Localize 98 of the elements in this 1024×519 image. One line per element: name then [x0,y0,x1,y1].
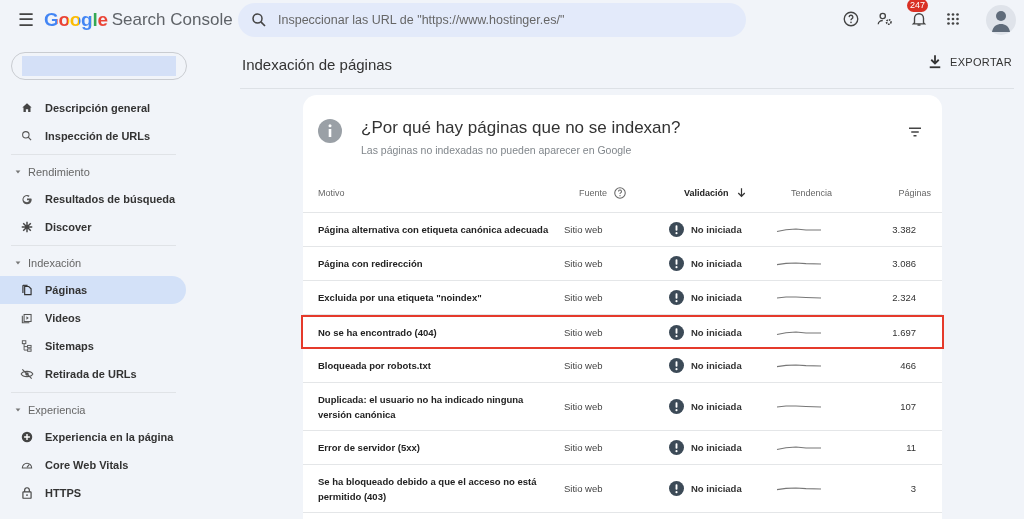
section-header[interactable]: Rendimiento [0,159,240,185]
table-cell-text: Duplicada: el usuario no ha indicado ninguna versión canónica [317,392,525,422]
info-icon [318,119,342,143]
table-cell-text: 107 [899,401,916,412]
trend-sparkline [776,484,822,493]
product-name: Search Console [111,10,233,30]
table-cell-text: 11 [905,442,916,453]
notification-badge: 247 [907,0,929,12]
table-cell-text: Página alternativa con etiqueta canónica adecuada [317,223,550,237]
table-cell-text: 3.382 [891,224,916,235]
menu-button[interactable]: ☰ [14,8,38,32]
avatar-icon [986,5,1016,35]
section-header[interactable]: Experiencia [0,397,240,423]
caret-icon [14,259,22,267]
status-label: No iniciada [691,292,742,303]
status-label: No iniciada [691,442,742,453]
status-label: No iniciada [691,326,742,338]
search-icon [250,11,268,29]
home-icon [20,101,34,115]
user-gear-icon [876,10,894,28]
page-title: Indexación de páginas [242,55,393,73]
apps-grid-icon [944,10,962,28]
table-cell-text: Sitio web [564,401,604,412]
plus-circle-icon [20,430,34,444]
sidebar-item[interactable]: Descripción general [0,94,186,122]
sidebar-item[interactable]: Discover [0,213,186,241]
table-cell-text: Excluida por una etiqueta "noindex" [317,291,483,305]
sidebar-item[interactable]: Sitemaps [0,332,186,360]
table-cell-text: Error de servidor (5xx) [317,441,421,455]
table-cell-text: Se ha bloqueado debido a que el acceso no está permitido (403) [317,474,538,504]
section-header[interactable]: Indexación [0,250,240,276]
trend-sparkline [776,361,822,370]
exclamation-icon [669,358,684,373]
status-label: No iniciada [691,258,742,269]
caret-icon [14,168,22,176]
table-cell-text: 3 [909,483,916,494]
column-header[interactable]: Páginas [861,187,931,198]
sidebar-item[interactable]: Videos [0,304,186,332]
trend-sparkline [776,293,822,302]
table-cell-text: 466 [899,360,916,371]
status-label: No iniciada [691,224,742,235]
lock-icon [20,486,34,500]
export-button[interactable]: EXPORTAR [926,53,1012,71]
card-title: ¿Por qué hay páginas que no se indexan? [361,118,682,138]
g-letter-icon [20,192,34,206]
trend-sparkline [776,443,822,452]
asterisk-icon [20,220,34,234]
exclamation-icon [669,222,684,237]
exclamation-icon [669,324,684,340]
status-label: No iniciada [691,483,742,494]
section-label: Indexación [28,257,82,269]
table-cell-text: No se ha encontrado (404) [317,325,438,340]
column-header[interactable]: Motivo [303,187,579,198]
table-cell-text: Sitio web [564,442,604,453]
sidebar-item[interactable]: Retirada de URLs [0,360,186,388]
bell-icon [910,10,928,28]
sidebar-item[interactable]: HTTPS [0,479,186,507]
sidebar-item[interactable]: Experiencia en la página [0,423,186,451]
section-label: Rendimiento [28,166,90,178]
column-header[interactable]: Fuente [579,185,684,200]
exclamation-icon [669,290,684,305]
table-cell-text: Sitio web [564,326,604,338]
exclamation-icon [669,256,684,271]
section-label: Experiencia [28,404,86,416]
table-cell-text: Bloqueada por robots.txt [317,359,432,373]
exclamation-icon [669,440,684,455]
table-cell-text: Página con redirección [317,257,424,271]
help-icon [842,10,860,28]
table-cell-text: Sitio web [564,224,604,235]
sitemap-icon [20,339,34,353]
sidebar-item[interactable]: Core Web Vitals [0,451,186,479]
trend-sparkline [776,225,822,234]
table-cell-text: Sitio web [564,360,604,371]
table-cell-text: Sitio web [564,258,604,269]
card-subtitle: Las páginas no indexadas no pueden aparecer en Google [361,144,633,156]
sidebar-item[interactable]: Inspección de URLs [0,122,186,150]
exclamation-icon [669,481,684,496]
exclamation-icon [669,399,684,414]
video-icon [20,311,34,325]
table-cell-text: 2.324 [891,292,916,303]
trend-sparkline [776,259,822,268]
sidebar-item[interactable]: Resultados de búsqueda [0,185,186,213]
sidebar-item[interactable]: Páginas [0,276,186,304]
table-cell-text: 3.086 [891,258,916,269]
status-label: No iniciada [691,401,742,412]
table-cell-text: 1.697 [891,326,916,338]
eye-slash-icon [20,367,34,381]
search-field[interactable]: Inspeccionar las URL de "https://www.hostinger.es/" [238,3,746,37]
pages-icon [20,283,34,297]
help-icon [613,185,628,200]
status-label: No iniciada [691,360,742,371]
trend-sparkline [776,402,822,411]
column-header[interactable]: Validación [684,186,791,199]
table-cell-text: Sitio web [564,292,604,303]
caret-icon [14,406,22,414]
column-header[interactable]: Tendencia [791,187,861,198]
table-cell-text: Sitio web [564,483,604,494]
search-icon [20,129,34,143]
